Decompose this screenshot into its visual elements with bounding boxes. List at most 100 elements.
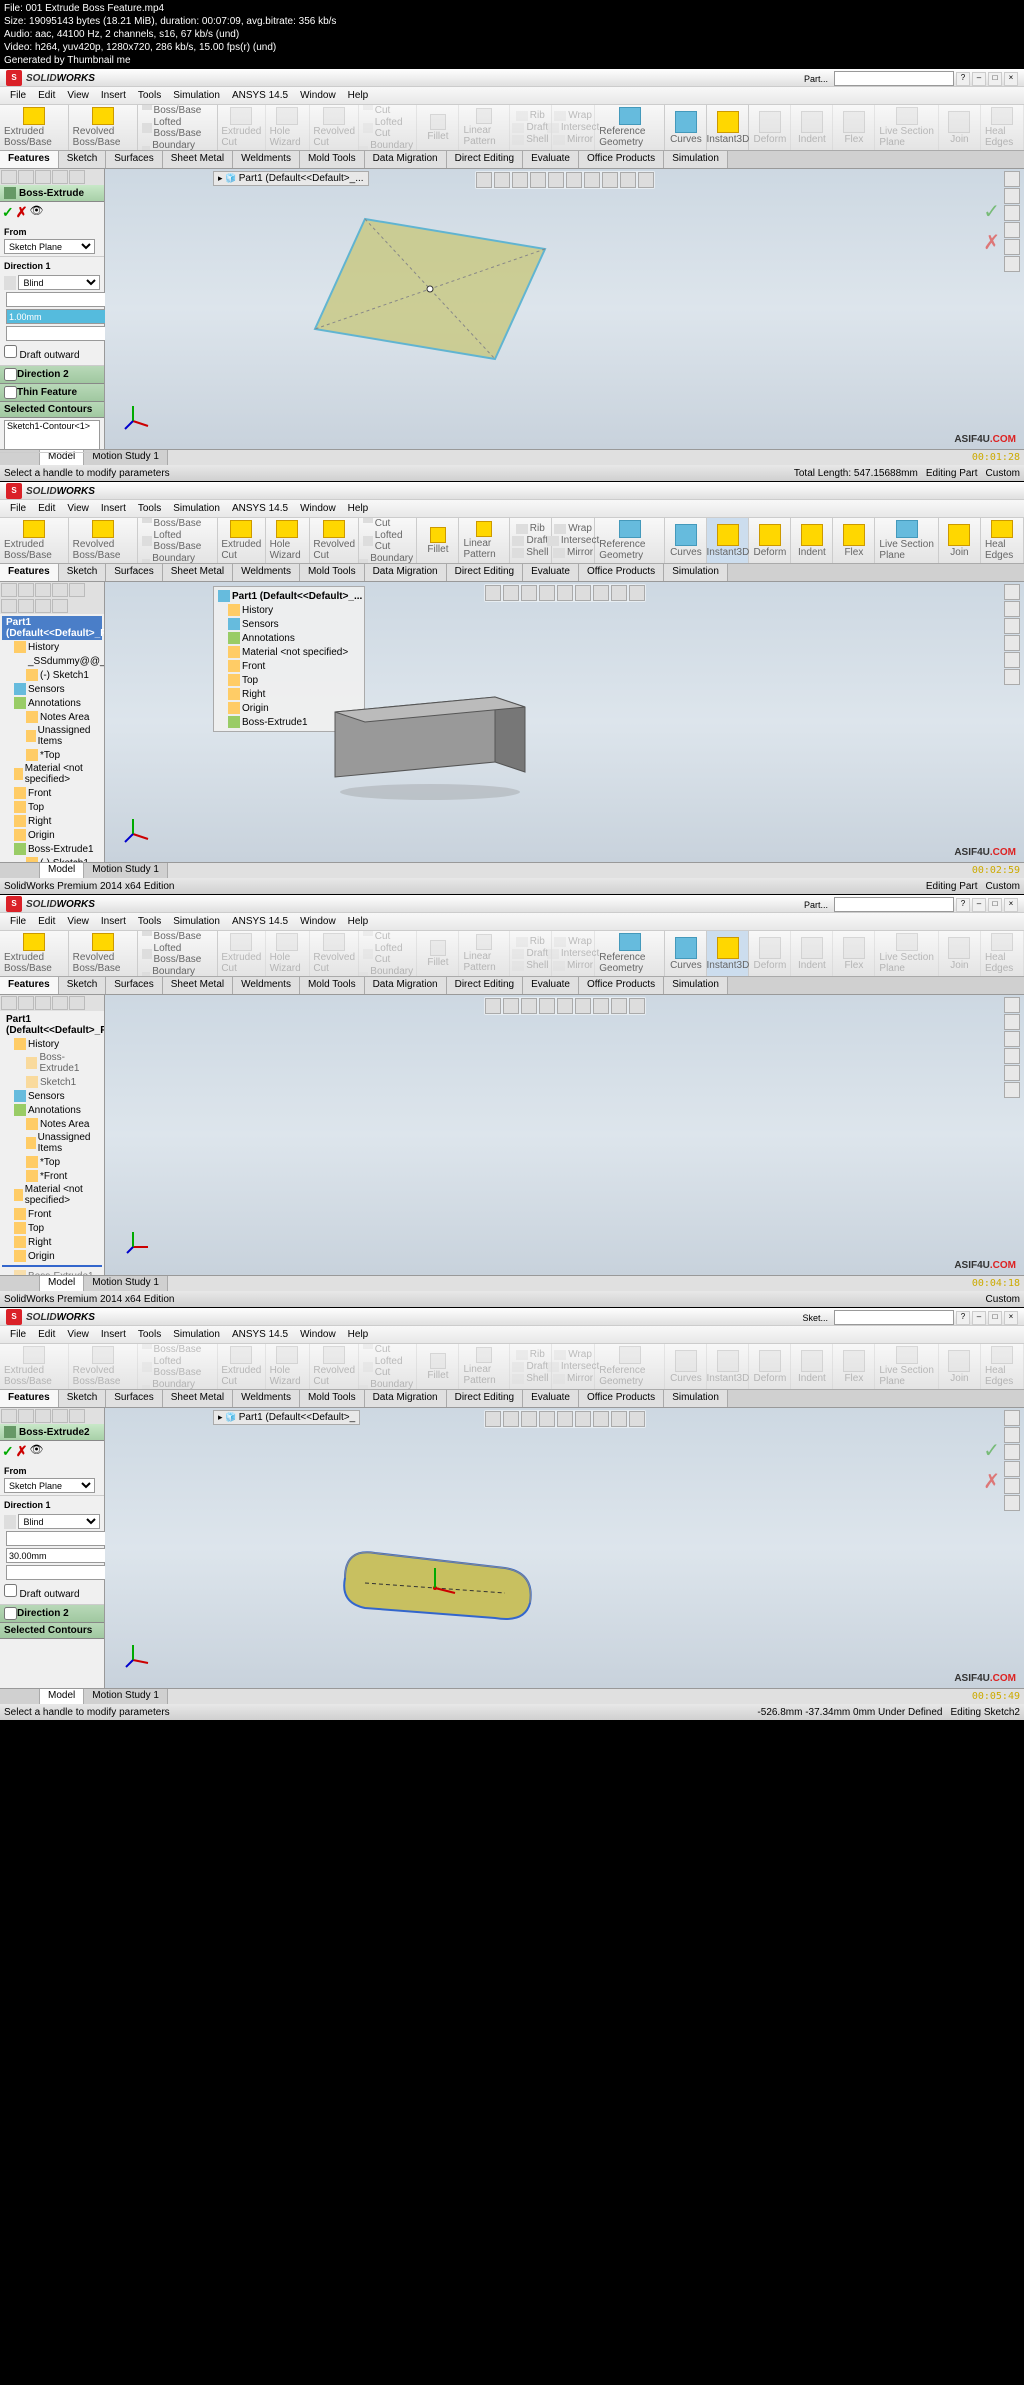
menu-window[interactable]: Window [294,503,342,514]
tab-surfaces[interactable]: Surfaces [106,151,162,168]
from-dropdown[interactable]: Sketch Plane [4,1478,95,1493]
flex-button[interactable]: Flex [833,518,875,563]
view-palette-icon[interactable] [1004,222,1020,238]
corner-cancel-icon[interactable]: ✗ [983,1469,1000,1494]
ok-button[interactable]: ✓ [2,204,14,221]
from-dropdown[interactable]: Sketch Plane [4,239,95,254]
tab-sheetmetal[interactable]: Sheet Metal [163,151,233,168]
tab-datamig[interactable]: Data Migration [365,151,447,168]
curves-button[interactable]: Curves [665,105,707,150]
tree-sensors[interactable]: Sensors [2,682,102,696]
swept-lofted-boundary-boss[interactable]: Swept Boss/BaseLofted Boss/BaseBoundary … [138,518,218,563]
tree-root[interactable]: Part1 (Default<<Default>_Photo [2,1013,102,1037]
extruded-boss-button[interactable]: Extruded Boss/Base [0,931,69,976]
menu-tools[interactable]: Tools [132,90,167,101]
corner-cancel-icon[interactable]: ✗ [983,230,1000,255]
custom-props-icon[interactable] [1004,256,1020,272]
menu-file[interactable]: File [4,503,32,514]
tree-notes[interactable]: Notes Area [2,710,102,724]
tree-top-view[interactable]: *Top [2,748,102,762]
cancel-button[interactable]: ✗ [16,1443,28,1460]
tab-model[interactable]: Model [40,863,84,878]
zoom-area-icon[interactable] [494,172,510,188]
instant3d-button[interactable]: Instant3D [707,105,749,150]
orientation-triad-icon[interactable] [123,401,153,431]
reference-geometry-button[interactable]: Reference Geometry [595,105,665,150]
menu-simulation[interactable]: Simulation [167,503,226,514]
search-commands-input[interactable] [834,897,954,912]
view-orient-icon[interactable] [548,172,564,188]
ok-button[interactable]: ✓ [2,1443,14,1460]
search-commands-input[interactable] [834,71,954,86]
corner-ok-icon[interactable]: ✓ [983,199,1000,224]
sketch-rectangle-preview[interactable] [305,209,555,369]
reverse-dir-icon[interactable] [4,1515,16,1529]
feature-tree[interactable]: Part1 (Default<<Default>_Photo History _… [0,614,104,862]
sw-resources-icon[interactable] [1004,171,1020,187]
maximize-icon[interactable]: □ [988,72,1002,86]
menu-edit[interactable]: Edit [32,90,61,101]
linear-pattern-button[interactable]: Linear Pattern [459,518,509,563]
flyout-tree-root[interactable]: ▸ 🧊 Part1 (Default<<Default>_ [213,1410,360,1425]
graphics-viewport[interactable]: ASIF4U.COM [105,995,1024,1275]
extruded-block-model[interactable] [315,682,545,802]
extruded-boss-button[interactable]: Extruded Boss/Base [0,105,69,150]
orientation-triad-icon[interactable] [123,1227,153,1257]
tree-ssdummy[interactable]: _SSdummy@@_ [2,654,102,668]
tree-annotations[interactable]: Annotations [2,696,102,710]
end-condition-dropdown[interactable]: Blind [18,275,100,290]
menu-tools[interactable]: Tools [132,503,167,514]
menu-view[interactable]: View [61,90,95,101]
pm-contours-header[interactable]: Selected Contours [0,402,104,418]
swept-lofted-boundary-boss[interactable]: Swept Boss/Base Lofted Boss/Base Boundar… [138,105,218,150]
help-icon[interactable]: ? [956,72,970,86]
fillet-button[interactable]: Fillet [417,518,459,563]
wrap-intersect-mirror[interactable]: WrapIntersectMirror [552,518,595,563]
menu-help[interactable]: Help [342,90,375,101]
revolved-boss-button[interactable]: Revolved Boss/Base [69,105,139,150]
pm-dir2-header[interactable]: Direction 2 [0,366,104,384]
heal-edges-button[interactable]: Heal Edges [981,518,1024,563]
tree-history[interactable]: History [2,640,102,654]
file-explorer-icon[interactable] [1004,205,1020,221]
tree-unassigned[interactable]: Unassigned Items [2,724,102,748]
tree-boss-extrude1[interactable]: Boss-Extrude1 [2,842,102,856]
tab-motion[interactable]: Motion Study 1 [84,863,168,878]
tree-right[interactable]: Right [2,814,102,828]
appearances-icon[interactable] [1004,239,1020,255]
tree-front[interactable]: Front [2,786,102,800]
hole-wizard-button[interactable]: Hole Wizard [266,518,311,563]
section-view-icon[interactable] [530,172,546,188]
menu-ansys[interactable]: ANSYS 14.5 [226,503,294,514]
extruded-boss-button[interactable]: Extruded Boss/Base [0,518,69,563]
menu-edit[interactable]: Edit [32,503,61,514]
zoom-fit-icon[interactable] [476,172,492,188]
design-library-icon[interactable] [1004,188,1020,204]
tab-directedit[interactable]: Direct Editing [447,151,523,168]
minimize-icon[interactable]: – [972,72,986,86]
join-button[interactable]: Join [939,518,981,563]
pm-thin-header[interactable]: Thin Feature [0,384,104,402]
menu-help[interactable]: Help [342,503,375,514]
cancel-button[interactable]: ✗ [16,204,28,221]
extruded-cut-button[interactable]: Extruded Cut [218,518,265,563]
corner-ok-icon[interactable]: ✓ [983,1438,1000,1463]
rib-draft-shell[interactable]: RibDraftShell [510,518,552,563]
orientation-triad-icon[interactable] [123,1640,153,1670]
menu-window[interactable]: Window [294,90,342,101]
instant3d-button[interactable]: Instant3D [707,518,749,563]
tree-root[interactable]: Part1 (Default<<Default>_Photo [2,616,102,640]
menu-view[interactable]: View [61,503,95,514]
tab-features[interactable]: Features [0,564,59,581]
tab-office[interactable]: Office Products [579,151,664,168]
status-custom[interactable]: Custom [986,468,1020,479]
deform-button[interactable]: Deform [749,518,791,563]
tree-sketch1[interactable]: (-) Sketch1 [2,856,102,862]
menu-insert[interactable]: Insert [95,503,132,514]
detailed-preview-icon[interactable]: 👁 [29,1443,43,1460]
revolved-boss-button[interactable]: Revolved Boss/Base [69,518,139,563]
tab-moldtools[interactable]: Mold Tools [300,151,365,168]
flyout-tree-root[interactable]: ▸ 🧊 Part1 (Default<<Default>_... [213,171,369,186]
tree-origin[interactable]: Origin [2,828,102,842]
prev-view-icon[interactable] [512,172,528,188]
